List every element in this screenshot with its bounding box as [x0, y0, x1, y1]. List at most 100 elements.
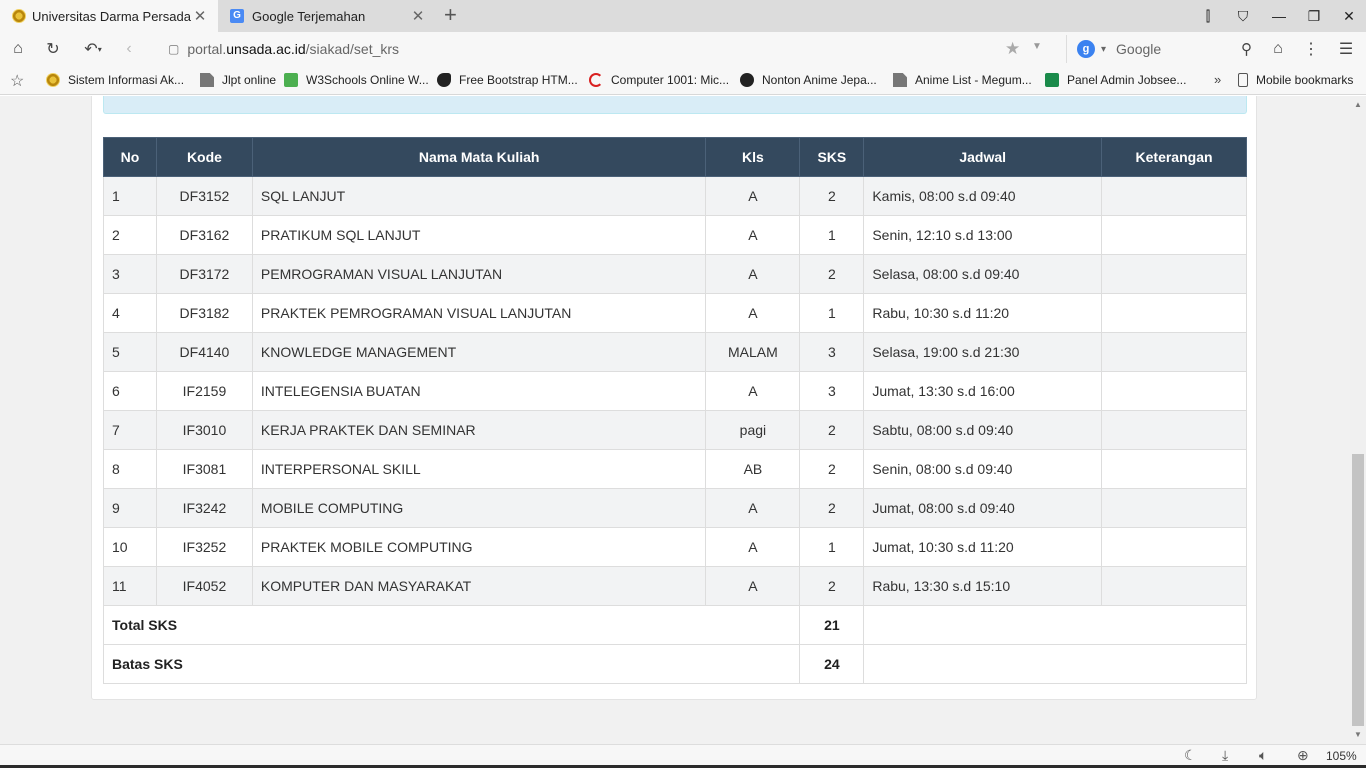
- cell-keterangan: [1101, 215, 1247, 255]
- bookmark-item[interactable]: Sistem Informasi Ak...: [46, 66, 184, 94]
- undo-icon[interactable]: ↶ ▾: [78, 32, 108, 66]
- cell-kls: pagi: [705, 410, 801, 450]
- bookmark-star-icon[interactable]: ★: [1005, 39, 1020, 59]
- bookmark-item[interactable]: Computer 1001: Mic...: [589, 66, 729, 94]
- tab-strip: Universitas Darma Persada - K ✕ G Google…: [0, 0, 1366, 32]
- back-icon[interactable]: ‹: [116, 32, 142, 66]
- search-placeholder: Google: [1116, 41, 1162, 57]
- search-icon[interactable]: ⚲: [1241, 40, 1252, 58]
- bookmarks-bar: ☆ Sistem Informasi Ak... Jlpt online W3S…: [0, 66, 1366, 95]
- header-kode: Kode: [155, 137, 253, 177]
- page-info-icon[interactable]: ▢: [168, 42, 179, 56]
- cell-keterangan: [1101, 371, 1247, 411]
- bookmark-label: Sistem Informasi Ak...: [68, 73, 185, 87]
- chevron-down-icon[interactable]: ▾: [1101, 44, 1106, 55]
- address-bar[interactable]: ▢ portal. unsada.ac.id/siakad/set_krs: [168, 32, 1048, 66]
- table-row: 2 DF3162 PRATIKUM SQL LANJUT A 1 Senin, 12:10…: [103, 215, 1247, 255]
- cell-keterangan: [1101, 527, 1247, 567]
- more-bookmarks-icon[interactable]: »: [1214, 72, 1221, 87]
- cell-keterangan: [1101, 332, 1247, 372]
- restore-button[interactable]: ❐: [1297, 0, 1331, 32]
- menu-icon[interactable]: ☰: [1333, 32, 1359, 66]
- tab-google-translate[interactable]: G Google Terjemahan ✕: [218, 0, 436, 32]
- cell-sks: 3: [799, 332, 865, 372]
- bookmark-item[interactable]: Jlpt online: [200, 66, 276, 94]
- table-row: 10 IF3252 PRAKTEK MOBILE COMPUTING A 1 Jumat,…: [103, 527, 1247, 567]
- document-icon: [893, 73, 907, 87]
- table-row: 9 IF3242 MOBILE COMPUTING A 2 Jumat, 08:00 s.…: [103, 488, 1247, 528]
- close-tab-icon[interactable]: ✕: [410, 7, 426, 25]
- cell-sks: 1: [799, 215, 865, 255]
- search-engine-icon[interactable]: g: [1077, 40, 1095, 58]
- scroll-up-arrow-icon[interactable]: ▲: [1350, 98, 1366, 112]
- close-tab-icon[interactable]: ✕: [192, 7, 208, 25]
- cell-kode: IF3010: [155, 410, 253, 450]
- bookmark-item[interactable]: W3Schools Online W...: [284, 66, 429, 94]
- cell-sks: 1: [799, 527, 865, 567]
- navigation-bar: ⌂ ↻ ↶ ▾ ‹ ▢ portal. unsada.ac.id/siakad/se…: [0, 32, 1366, 66]
- cell-nama: INTELEGENSIA BUATAN: [251, 371, 707, 411]
- cell-keterangan: [1101, 254, 1247, 294]
- cell-kls: A: [705, 371, 801, 411]
- cell-jadwal: Jumat, 10:30 s.d 11:20: [863, 527, 1103, 567]
- cell-kls: A: [705, 566, 801, 606]
- bookmark-label: Anime List - Megum...: [915, 73, 1032, 87]
- home-icon[interactable]: ⌂: [5, 32, 31, 66]
- zoom-level[interactable]: 105%: [1326, 749, 1357, 763]
- minimize-button[interactable]: —: [1262, 0, 1296, 32]
- cell-no: 2: [103, 215, 157, 255]
- cell-no: 4: [103, 293, 157, 333]
- table-row: 11 IF4052 KOMPUTER DAN MASYARAKAT A 2 Rabu, 1…: [103, 566, 1247, 606]
- more-options-icon[interactable]: ⋮: [1298, 32, 1324, 66]
- cell-kls: MALAM: [705, 332, 801, 372]
- night-mode-icon[interactable]: ☾: [1184, 747, 1197, 764]
- table-row: 4 DF3182 PRAKTEK PEMROGRAMAN VISUAL LANJUT…: [103, 293, 1247, 333]
- tab-list-icon[interactable]: ⫿: [1191, 0, 1225, 32]
- cell-no: 1: [103, 176, 157, 216]
- home-page-icon[interactable]: ⌂: [1265, 32, 1291, 66]
- reload-icon[interactable]: ↻: [40, 32, 66, 66]
- tab-unsada[interactable]: Universitas Darma Persada - K ✕: [0, 0, 218, 32]
- cell-jadwal: Senin, 08:00 s.d 09:40: [863, 449, 1103, 489]
- scroll-down-arrow-icon[interactable]: ▼: [1350, 728, 1366, 742]
- mobile-bookmarks[interactable]: Mobile bookmarks: [1238, 66, 1353, 94]
- cell-keterangan: [1101, 410, 1247, 450]
- zoom-icon[interactable]: ⊕: [1297, 747, 1309, 764]
- cell-keterangan: [1101, 566, 1247, 606]
- cell-jadwal: Jumat, 08:00 s.d 09:40: [863, 488, 1103, 528]
- total-sks-spacer: [863, 605, 1247, 645]
- cell-kls: AB: [705, 449, 801, 489]
- bookmark-label: Mobile bookmarks: [1256, 73, 1354, 87]
- scroll-thumb[interactable]: [1352, 454, 1364, 726]
- bookmark-item[interactable]: Anime List - Megum...: [893, 66, 1032, 94]
- university-logo-icon: [12, 9, 26, 23]
- bookmark-item[interactable]: Nonton Anime Jepa...: [740, 66, 877, 94]
- cell-nama: PRATIKUM SQL LANJUT: [251, 215, 707, 255]
- bookmark-item[interactable]: Free Bootstrap HTM...: [437, 66, 578, 94]
- cell-jadwal: Sabtu, 08:00 s.d 09:40: [863, 410, 1103, 450]
- university-icon: [46, 73, 60, 87]
- cell-nama: KERJA PRAKTEK DAN SEMINAR: [251, 410, 707, 450]
- speaker-icon[interactable]: 🔈︎: [1259, 747, 1267, 764]
- cell-nama: SQL LANJUT: [251, 176, 707, 216]
- cell-sks: 1: [799, 293, 865, 333]
- cell-kode: DF3152: [155, 176, 253, 216]
- shield-icon[interactable]: ⛉: [1226, 0, 1260, 32]
- new-tab-button[interactable]: +: [444, 4, 457, 26]
- c-logo-icon: [589, 73, 603, 87]
- vertical-scrollbar[interactable]: ▲ ▼: [1350, 96, 1366, 744]
- close-window-button[interactable]: ✕: [1332, 0, 1366, 32]
- search-box[interactable]: g ▾ Google ⚲: [1066, 35, 1252, 63]
- bookmark-item[interactable]: Panel Admin Jobsee...: [1045, 66, 1186, 94]
- star-icon[interactable]: ☆: [10, 71, 24, 91]
- cell-nama: KNOWLEDGE MANAGEMENT: [251, 332, 707, 372]
- bookmark-label: Computer 1001: Mic...: [611, 73, 730, 87]
- krs-panel: No Kode Nama Mata Kuliah Kls SKS Jadwal …: [91, 96, 1257, 700]
- header-nama: Nama Mata Kuliah: [251, 137, 707, 177]
- cell-kode: DF4140: [155, 332, 253, 372]
- tab-title: Universitas Darma Persada - K: [32, 8, 192, 24]
- document-icon: [200, 73, 214, 87]
- cell-jadwal: Kamis, 08:00 s.d 09:40: [863, 176, 1103, 216]
- download-icon[interactable]: ⤓: [1222, 747, 1228, 764]
- url-dropdown-icon[interactable]: ▼: [1032, 41, 1042, 52]
